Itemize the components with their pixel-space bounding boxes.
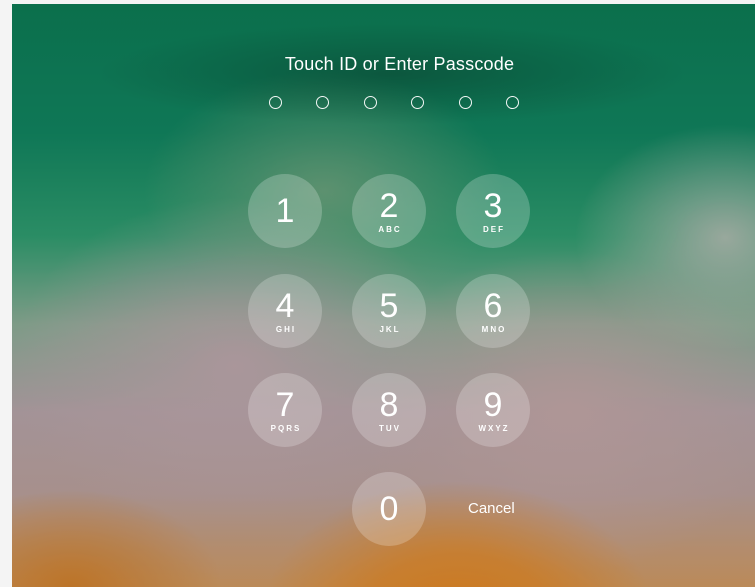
key-letters: WXYZ xyxy=(478,423,510,433)
key-digit: 6 xyxy=(483,286,503,325)
key-letters: DEF xyxy=(483,224,505,234)
keypad-key-5[interactable]: 5 JKL xyxy=(352,274,426,348)
keypad-key-0[interactable]: 0 xyxy=(352,472,426,546)
key-digit: 3 xyxy=(483,186,503,225)
keypad-key-9[interactable]: 9 WXYZ xyxy=(456,373,530,447)
key-letters: MNO xyxy=(481,324,507,334)
key-digit: 4 xyxy=(275,286,295,325)
keypad-key-8[interactable]: 8 TUV xyxy=(352,373,426,447)
key-digit: 8 xyxy=(379,385,399,424)
keypad-key-2[interactable]: 2 ABC xyxy=(352,174,426,248)
key-digit: 2 xyxy=(379,186,399,225)
keypad-key-6[interactable]: 6 MNO xyxy=(456,274,530,348)
keypad-key-7[interactable]: 7 PQRS xyxy=(248,373,322,447)
keypad-key-3[interactable]: 3 DEF xyxy=(456,174,530,248)
passcode-prompt-title: Touch ID or Enter Passcode xyxy=(284,54,515,74)
keypad-key-1[interactable]: 1 xyxy=(248,174,322,248)
passcode-dot xyxy=(316,96,330,109)
key-digit: 1 xyxy=(275,192,295,230)
key-letters: PQRS xyxy=(270,423,302,433)
passcode-dot xyxy=(411,96,425,109)
key-digit: 0 xyxy=(379,490,399,528)
key-digit: 9 xyxy=(483,385,503,424)
key-letters: GHI xyxy=(275,324,297,334)
passcode-dot xyxy=(269,96,282,109)
key-letters: JKL xyxy=(379,324,401,334)
passcode-dot xyxy=(505,96,519,109)
key-letters: ABC xyxy=(378,224,402,234)
passcode-dot xyxy=(363,96,377,109)
key-digit: 5 xyxy=(379,286,399,325)
lock-screen: Touch ID or Enter Passcode 1 2 ABC 3 DEF… xyxy=(12,4,755,587)
keypad-key-4[interactable]: 4 GHI xyxy=(248,274,322,348)
cancel-button[interactable]: Cancel xyxy=(468,500,515,517)
key-letters: TUV xyxy=(379,423,401,433)
passcode-dots xyxy=(269,96,519,110)
key-digit: 7 xyxy=(275,385,295,424)
passcode-dot xyxy=(458,96,472,109)
